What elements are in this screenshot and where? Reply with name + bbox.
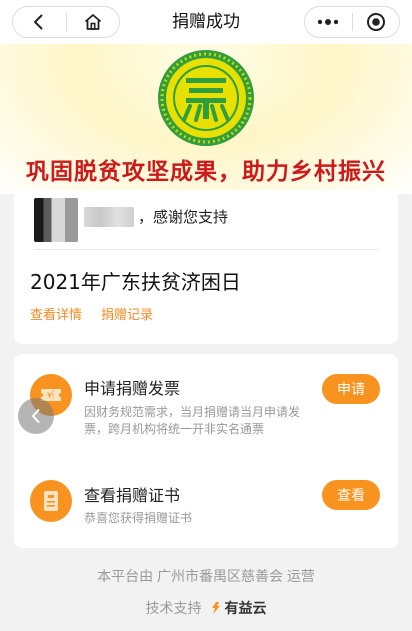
tech-support-label: 技术支持 (145, 600, 202, 616)
brand-name: 有益云 (224, 600, 267, 616)
avatar (34, 198, 78, 242)
donation-info-card: ，感谢您支持 2021年广东扶贫济困日 查看详情 捐赠记录 (14, 190, 398, 344)
event-title: 2021年广东扶贫济困日 (30, 270, 241, 294)
invoice-title: 申请捐赠发票 (84, 381, 181, 398)
charity-federation-logo (158, 50, 254, 146)
invoice-desc-line2: 票，跨月机构将统一开非实名通票 (84, 422, 265, 436)
invoice-desc-line1: 因财务规范需求，当月捐赠请当月申请发 (84, 405, 301, 419)
operator-text: 本平台由 广州市番禺区慈善会 运营 (97, 568, 315, 584)
more-dots-icon (318, 19, 339, 25)
banner-slogan: 巩固脱贫攻坚成果，助力乡村振兴 (26, 159, 386, 185)
top-nav-bar: 捐赠成功 (0, 0, 412, 44)
brand-icon (211, 602, 220, 614)
tech-support-line: 技术支持 有益云 (0, 598, 412, 618)
chevron-left-icon (32, 409, 40, 423)
more-button[interactable] (305, 7, 352, 37)
brand-logo: 有益云 (210, 598, 267, 618)
certificate-icon-circle (30, 480, 72, 522)
actions-card: ¥ 申请捐赠发票 因财务规范需求，当月捐赠请当月申请发 票，跨月机构将统一开非实… (14, 354, 398, 548)
view-detail-link[interactable]: 查看详情 (30, 304, 82, 323)
close-miniprogram-button[interactable] (353, 7, 400, 37)
target-close-icon (366, 13, 385, 31)
floating-back-button[interactable] (18, 398, 54, 434)
thanks-text: ，感谢您支持 (138, 209, 229, 226)
donor-name-blurred (84, 207, 134, 227)
svg-text:¥: ¥ (47, 391, 52, 400)
donation-records-link[interactable]: 捐赠记录 (101, 304, 153, 323)
certificate-title: 查看捐赠证书 (84, 488, 181, 505)
divider (34, 249, 378, 250)
certificate-icon (44, 491, 58, 511)
view-certificate-button[interactable]: 查看 (322, 480, 380, 510)
apply-invoice-button[interactable]: 申请 (322, 374, 380, 404)
certificate-desc: 恭喜您获得捐赠证书 (84, 511, 193, 525)
nav-right-capsule (304, 6, 400, 38)
banner: 巩固脱贫攻坚成果，助力乡村振兴 (0, 44, 412, 194)
